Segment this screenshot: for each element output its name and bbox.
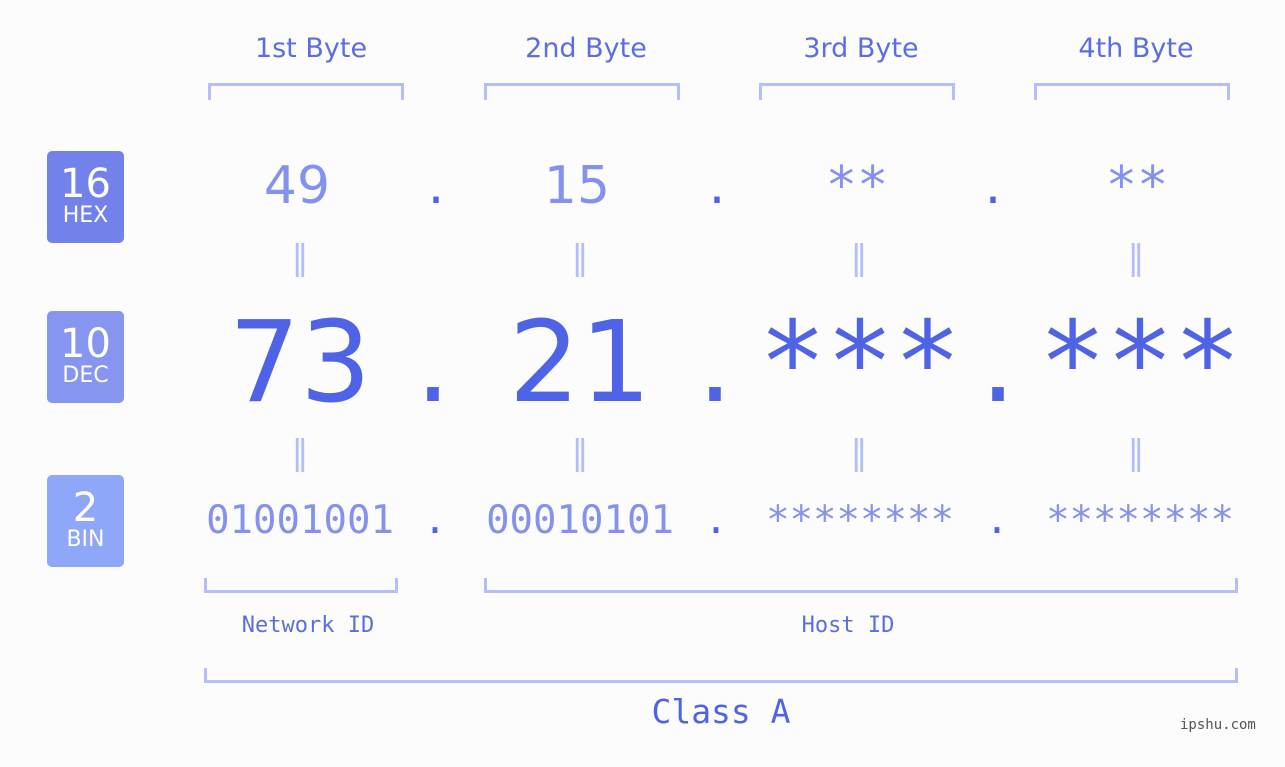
dec-separator-1: .	[415, 298, 451, 428]
class-label: Class A	[651, 692, 791, 731]
byte-bracket-1	[208, 83, 404, 100]
equals-sign: ‖	[850, 433, 868, 473]
dec-separator-3: .	[980, 298, 1016, 428]
hex-separator-1: .	[427, 156, 445, 216]
equals-sign: ‖	[291, 433, 309, 473]
equals-sign: ‖	[1127, 238, 1145, 278]
byte-header-3: 3rd Byte	[803, 33, 919, 64]
host-id-bracket	[484, 578, 1238, 593]
dec-badge: 10 DEC	[47, 311, 124, 403]
bin-badge-number: 2	[72, 485, 99, 531]
equals-sign: ‖	[850, 238, 868, 278]
network-id-label: Network ID	[241, 613, 375, 638]
bin-badge: 2 BIN	[47, 475, 124, 567]
bin-separator-1: .	[423, 498, 447, 543]
byte-header-2: 2nd Byte	[525, 33, 647, 64]
hex-separator-2: .	[708, 156, 726, 216]
watermark: ipshu.com	[1180, 717, 1256, 733]
byte-bracket-3	[759, 83, 955, 100]
byte-bracket-2	[484, 83, 680, 100]
hex-badge-number: 16	[60, 161, 111, 207]
bin-separator-3: .	[985, 498, 1009, 543]
host-id-label: Host ID	[801, 613, 895, 638]
network-id-bracket	[204, 578, 398, 593]
dec-badge-label: DEC	[62, 363, 109, 388]
hex-badge-label: HEX	[62, 203, 109, 228]
equals-sign: ‖	[291, 238, 309, 278]
hex-separator-3: .	[984, 156, 1002, 216]
byte-header-4: 4th Byte	[1078, 33, 1194, 64]
byte-header-1: 1st Byte	[254, 33, 368, 64]
equals-sign: ‖	[571, 433, 589, 473]
equals-sign: ‖	[571, 238, 589, 278]
hex-badge: 16 HEX	[47, 151, 124, 243]
bin-separator-2: .	[704, 498, 728, 543]
dec-separator-2: .	[697, 298, 733, 428]
dec-badge-number: 10	[60, 321, 111, 367]
class-bracket	[204, 668, 1238, 683]
byte-bracket-4	[1034, 83, 1230, 100]
bin-badge-label: BIN	[66, 527, 105, 552]
equals-sign: ‖	[1127, 433, 1145, 473]
